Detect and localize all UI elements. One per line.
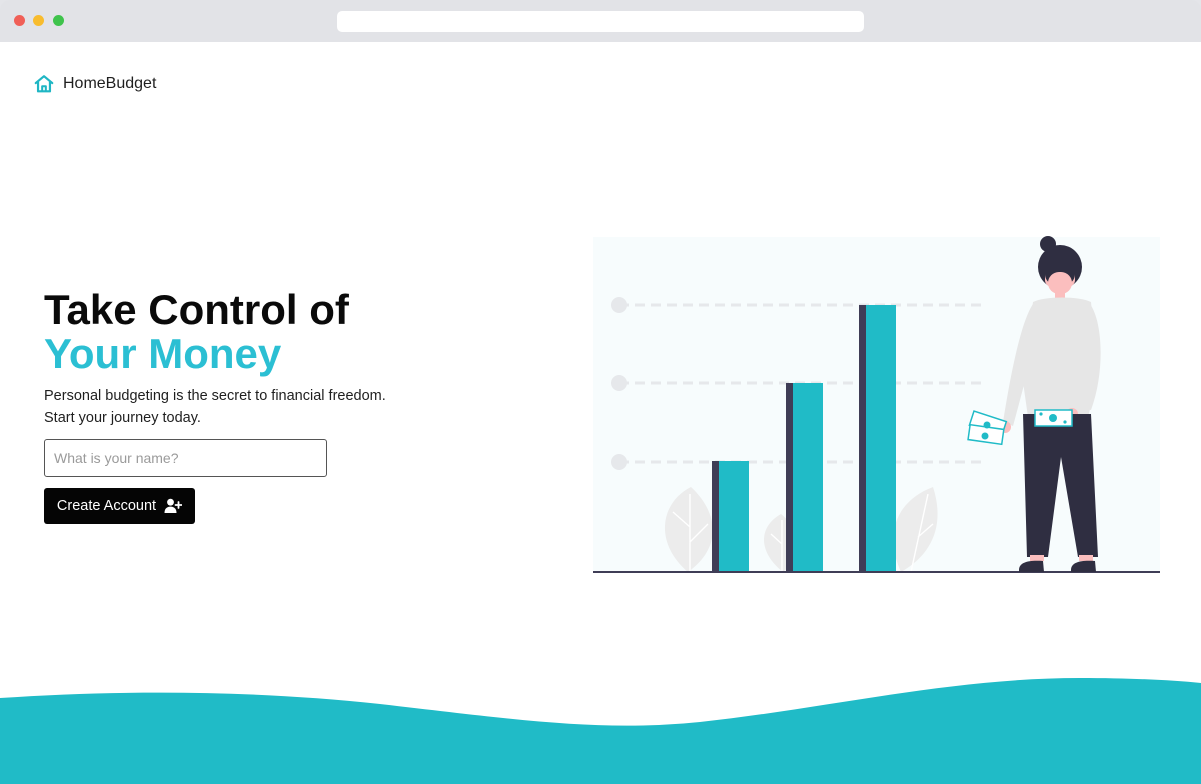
browser-titlebar (0, 0, 1201, 42)
page-content: HomeBudget Take Control of Your Money Pe… (0, 42, 1201, 784)
hero-title: Take Control of Your Money (44, 288, 349, 376)
create-account-label: Create Account (56, 498, 157, 514)
budget-growth-illustration (593, 236, 1160, 573)
hero-title-line1: Take Control of (44, 286, 349, 333)
close-window-button[interactable] (14, 15, 25, 26)
minimize-window-button[interactable] (33, 15, 44, 26)
bar-2 (786, 383, 823, 572)
banknote-icon (1034, 409, 1073, 427)
bar-3 (859, 305, 896, 572)
name-input[interactable] (44, 439, 327, 477)
brand-link[interactable]: HomeBudget (33, 72, 156, 96)
footer-wave (0, 678, 1201, 784)
house-icon (33, 73, 55, 95)
address-bar[interactable] (337, 11, 864, 32)
hero-subtitle-line1: Personal budgeting is the secret to fina… (44, 388, 386, 404)
hero-title-accent: Your Money (44, 330, 282, 377)
user-plus-icon (164, 498, 183, 514)
create-account-button[interactable]: Create Account (44, 488, 195, 524)
brand-name: HomeBudget (63, 75, 157, 92)
hero-subtitle-line2: Start your journey today. (44, 410, 201, 426)
hero-subtitle: Personal budgeting is the secret to fina… (44, 385, 386, 429)
bar-1 (712, 461, 749, 572)
maximize-window-button[interactable] (53, 15, 64, 26)
